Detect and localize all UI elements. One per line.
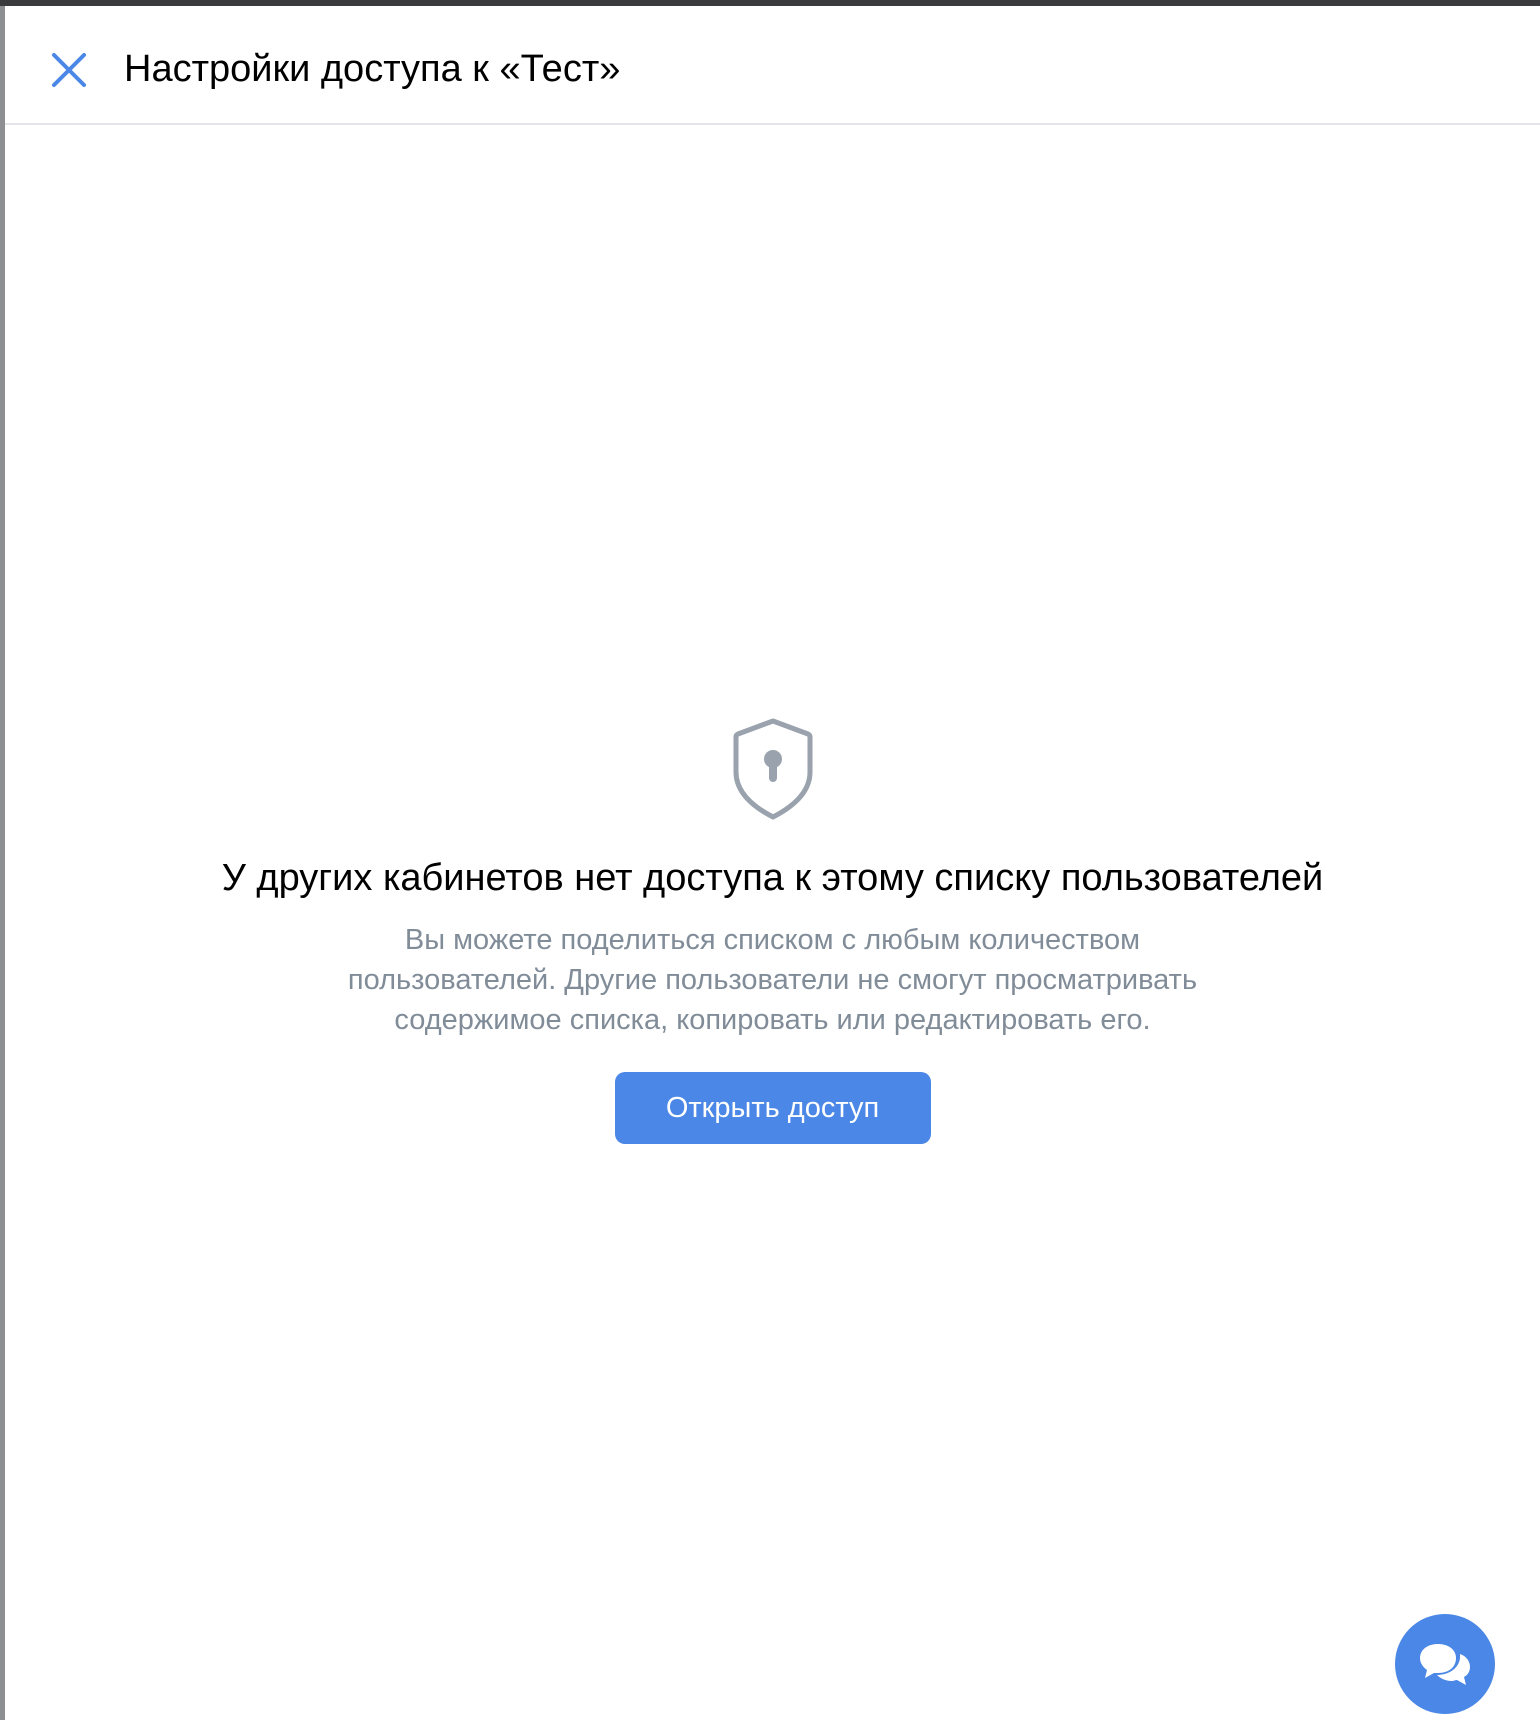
close-button[interactable] bbox=[41, 42, 97, 98]
shield-keyhole-icon bbox=[733, 718, 812, 820]
open-access-button[interactable]: Открыть доступ bbox=[614, 1072, 931, 1144]
panel-header: Настройки доступа к «Тест» bbox=[5, 6, 1540, 125]
empty-state-description: Вы можете поделиться списком с любым кол… bbox=[347, 924, 1198, 1036]
close-icon bbox=[52, 53, 86, 87]
empty-state-title: У других кабинетов нет доступа к этому с… bbox=[221, 857, 1324, 899]
empty-state: У других кабинетов нет доступа к этому с… bbox=[5, 716, 1540, 1144]
chat-bubbles-icon bbox=[1420, 1644, 1470, 1685]
panel-title: Настройки доступа к «Тест» bbox=[124, 48, 621, 90]
access-settings-panel: Настройки доступа к «Тест» У других каби… bbox=[5, 6, 1540, 1720]
chat-button[interactable] bbox=[1395, 1614, 1495, 1714]
